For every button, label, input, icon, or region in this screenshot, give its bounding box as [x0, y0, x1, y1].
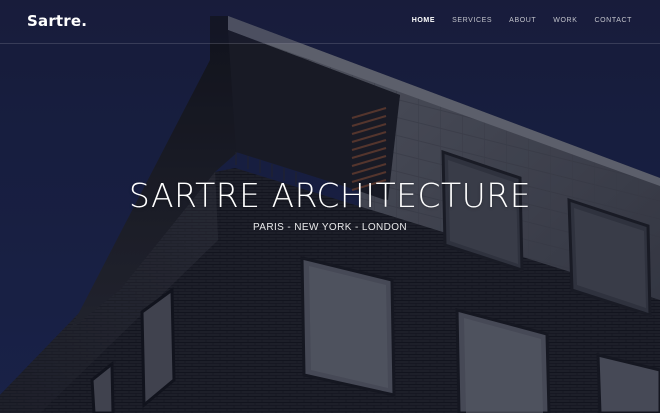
nav-link-contact[interactable]: CONTACT	[594, 17, 632, 24]
nav-link-home[interactable]: HOME	[412, 17, 435, 24]
navbar: Sartre. HOME SERVICES ABOUT WORK CONTACT	[0, 0, 660, 44]
nav-link-work[interactable]: WORK	[553, 17, 577, 24]
nav-menu: HOME SERVICES ABOUT WORK CONTACT	[395, 17, 632, 24]
hero-section: SARTRE ARCHITECTURE PARIS - NEW YORK - L…	[0, 176, 660, 233]
site-logo[interactable]: Sartre.	[27, 12, 87, 30]
nav-link-about[interactable]: ABOUT	[509, 17, 536, 24]
hero-title: SARTRE ARCHITECTURE	[128, 176, 532, 215]
landing-page: Sartre. HOME SERVICES ABOUT WORK CONTACT…	[0, 0, 660, 413]
hero-subtitle: PARIS - NEW YORK - LONDON	[252, 222, 408, 233]
nav-link-services[interactable]: SERVICES	[452, 17, 492, 24]
